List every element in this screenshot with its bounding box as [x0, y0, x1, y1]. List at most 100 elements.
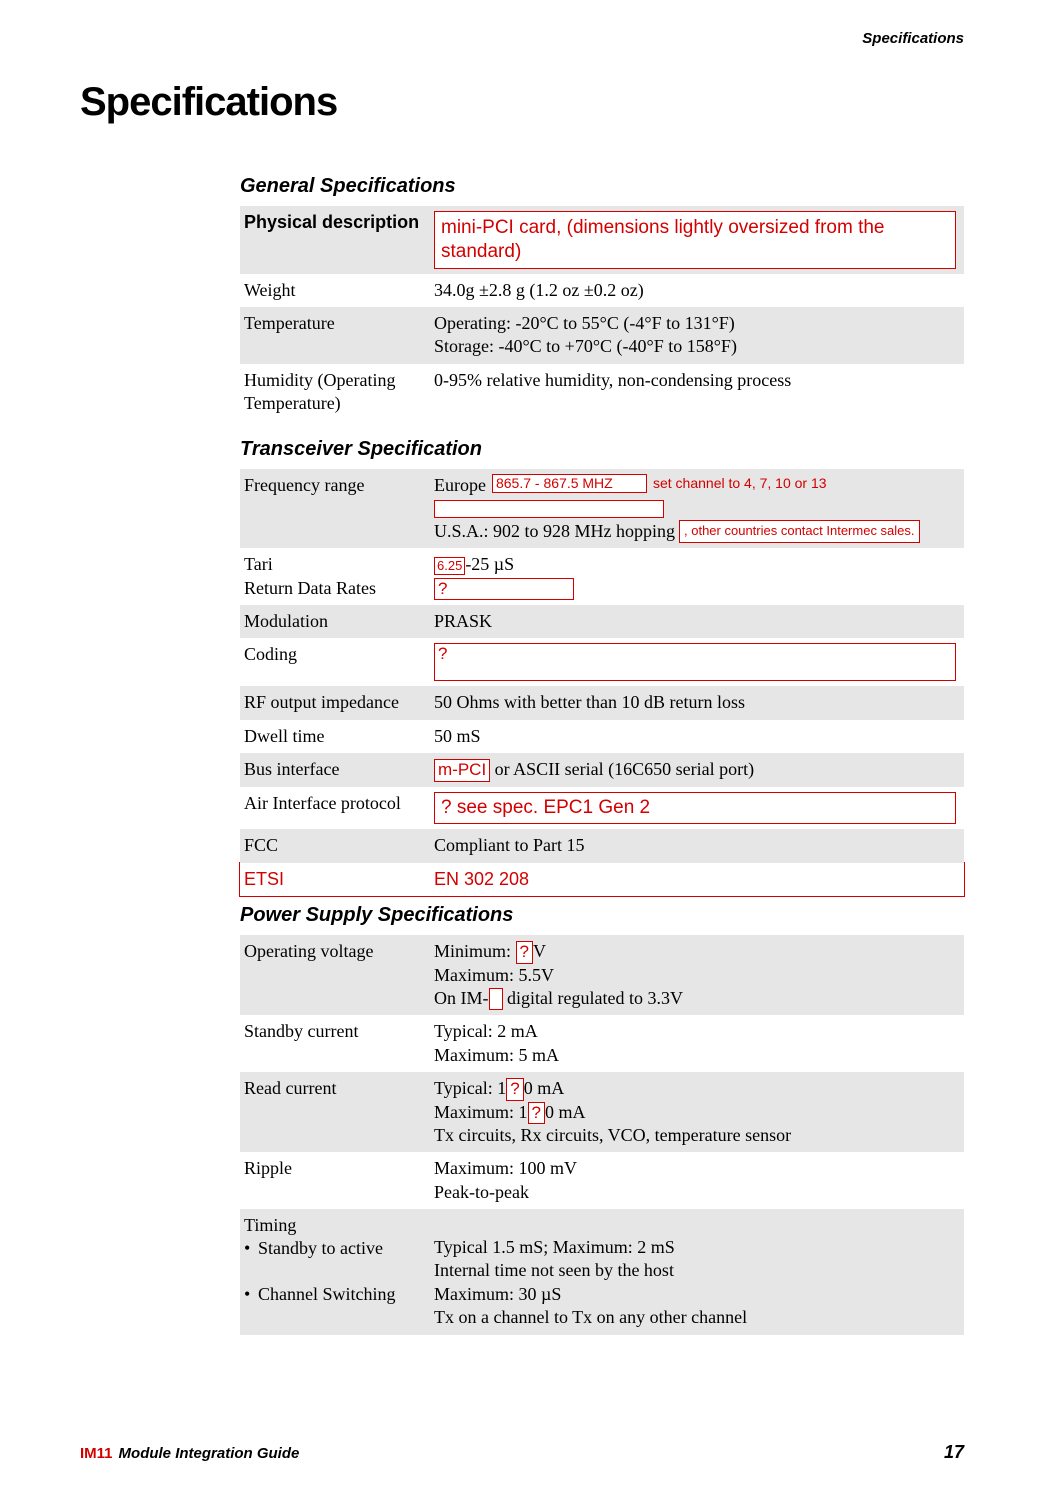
table-row: ETSI EN 302 208: [240, 863, 964, 896]
table-row: Physical description mini-PCI card, (dim…: [240, 206, 964, 274]
cell-label: Dwell time: [240, 720, 430, 753]
cell-value: Typical: 2 mA Maximum: 5 mA: [430, 1015, 964, 1072]
cell-label: Physical description: [240, 206, 430, 274]
cell-value: 50 Ohms with better than 10 dB return lo…: [430, 686, 964, 719]
annotation-box: ?: [506, 1078, 523, 1100]
section-heading-transceiver: Transceiver Specification: [240, 438, 964, 461]
cell-label: Standby current: [240, 1015, 430, 1072]
text: digital regulated to 3.3V: [503, 988, 683, 1008]
cell-label: Operating voltage: [240, 935, 430, 1015]
cell-value: Compliant to Part 15: [430, 829, 964, 862]
cell-value: Minimum: ?V Maximum: 5.5V On IM- digital…: [430, 935, 964, 1015]
text: V: [533, 941, 546, 961]
table-row: Standby current Typical: 2 mA Maximum: 5…: [240, 1015, 964, 1072]
text: Europe: [434, 474, 486, 497]
page-footer: IM11 Module Integration Guide 17: [80, 1442, 964, 1463]
text-line: Internal time not seen by the host: [434, 1259, 956, 1282]
cell-value: ? see spec. EPC1 Gen 2: [430, 787, 964, 830]
annotation-box: m-PCI: [434, 759, 490, 781]
text: Typical: 1: [434, 1078, 506, 1098]
cell-label: Frequency range: [240, 469, 430, 548]
text-line: Maximum: 5 mA: [434, 1044, 956, 1067]
cell-label: Ripple: [240, 1152, 430, 1209]
cell-label: FCC: [240, 829, 430, 862]
text-line: Peak-to-peak: [434, 1181, 956, 1204]
footer-product: IM11: [80, 1445, 113, 1462]
page-title: Specifications: [80, 80, 964, 125]
table-row: Humidity (Operating Temperature) 0-95% r…: [240, 364, 964, 421]
table-row: Read current Typical: 1?0 mA Maximum: 1?…: [240, 1072, 964, 1152]
cell-value: 50 mS: [430, 720, 964, 753]
annotation-box: , other countries contact Intermec sales…: [679, 520, 920, 543]
cell-value: 0-95% relative humidity, non-condensing …: [430, 364, 964, 421]
text: 0 mA: [545, 1102, 586, 1122]
cell-value: 34.0g ±2.8 g (1.2 oz ±0.2 oz): [430, 274, 964, 307]
cell-label: RF output impedance: [240, 686, 430, 719]
table-row: Tari Return Data Rates 6.25-25 µS ?: [240, 548, 964, 605]
cell-value: Typical 1.5 mS; Maximum: 2 mS Internal t…: [430, 1209, 964, 1335]
cell-value: 6.25-25 µS ?: [430, 548, 964, 605]
text: Tari: [244, 553, 422, 576]
table-row: Coding ?: [240, 638, 964, 686]
annotation-box: ?: [528, 1102, 545, 1124]
annotation-box: 6.25: [434, 557, 465, 575]
text: or ASCII serial (16C650 serial port): [490, 759, 754, 779]
text-line: Maximum: 100 mV: [434, 1157, 956, 1180]
cell-value: Maximum: 100 mV Peak-to-peak: [430, 1152, 964, 1209]
text: Maximum: 1: [434, 1102, 528, 1122]
text: 0 mA: [524, 1078, 565, 1098]
cell-value: Europe 865.7 - 867.5 MHZ set channel to …: [430, 469, 964, 548]
cell-value: ?: [430, 638, 964, 686]
table-row: Weight 34.0g ±2.8 g (1.2 oz ±0.2 oz): [240, 274, 964, 307]
table-row: Modulation PRASK: [240, 605, 964, 638]
annotation-box: ?: [434, 578, 574, 600]
footer-page-number: 17: [944, 1442, 964, 1463]
text: Channel Switching: [258, 1284, 396, 1304]
table-row: Air Interface protocol ? see spec. EPC1 …: [240, 787, 964, 830]
text-line: Tx on a channel to Tx on any other chann…: [434, 1306, 956, 1329]
cell-label: Modulation: [240, 605, 430, 638]
table-power: Operating voltage Minimum: ?V Maximum: 5…: [240, 935, 964, 1334]
text: Standby to active: [258, 1238, 383, 1258]
annotation-text: set channel to 4, 7, 10 or 13: [653, 474, 827, 492]
text-line: Typical 1.5 mS; Maximum: 2 mS: [434, 1236, 956, 1259]
cell-label: Temperature: [240, 307, 430, 364]
annotation-blank: [434, 500, 664, 518]
cell-label: Tari Return Data Rates: [240, 548, 430, 605]
text-line: Tx circuits, Rx circuits, VCO, temperatu…: [434, 1124, 956, 1147]
cell-label: ETSI: [240, 863, 430, 896]
cell-label: Bus interface: [240, 753, 430, 786]
cell-value: m-PCI or ASCII serial (16C650 serial por…: [430, 753, 964, 786]
cell-label: Timing •Standby to active •Channel Switc…: [240, 1209, 430, 1335]
cell-value: PRASK: [430, 605, 964, 638]
cell-label: Humidity (Operating Temperature): [240, 364, 430, 421]
annotation-box: ?: [516, 941, 533, 963]
annotation-text: ETSI: [244, 869, 284, 889]
text: Timing: [244, 1214, 422, 1237]
text: On IM-: [434, 988, 489, 1008]
annotation-text: EN 302 208: [434, 869, 529, 889]
cell-label: Read current: [240, 1072, 430, 1152]
annotation-box: mini-PCI card, (dimensions lightly overs…: [434, 211, 956, 269]
text-line: Maximum: 30 µS: [434, 1283, 956, 1306]
text: U.S.A.: 902 to 928 MHz hopping: [434, 520, 675, 543]
table-row: Operating voltage Minimum: ?V Maximum: 5…: [240, 935, 964, 1015]
text: Return Data Rates: [244, 577, 422, 600]
annotation-box: ?: [434, 643, 956, 681]
annotation-box: 865.7 - 867.5 MHZ: [492, 474, 647, 493]
text: Minimum:: [434, 941, 516, 961]
table-row: Frequency range Europe 865.7 - 867.5 MHZ…: [240, 469, 964, 548]
footer-guide: Module Integration Guide: [119, 1445, 300, 1462]
table-row: RF output impedance 50 Ohms with better …: [240, 686, 964, 719]
text-line: Operating: -20°C to 55°C (-4°F to 131°F): [434, 312, 956, 335]
cell-value: mini-PCI card, (dimensions lightly overs…: [430, 206, 964, 274]
section-heading-general: General Specifications: [240, 175, 964, 198]
text-line: Maximum: 5.5V: [434, 964, 956, 987]
table-row: Dwell time 50 mS: [240, 720, 964, 753]
text-line: Storage: -40°C to +70°C (-40°F to 158°F): [434, 335, 956, 358]
content: General Specifications Physical descript…: [240, 175, 964, 1335]
table-row: Ripple Maximum: 100 mV Peak-to-peak: [240, 1152, 964, 1209]
table-general: Physical description mini-PCI card, (dim…: [240, 206, 964, 420]
cell-label: Coding: [240, 638, 430, 686]
text: -25 µS: [465, 554, 514, 574]
